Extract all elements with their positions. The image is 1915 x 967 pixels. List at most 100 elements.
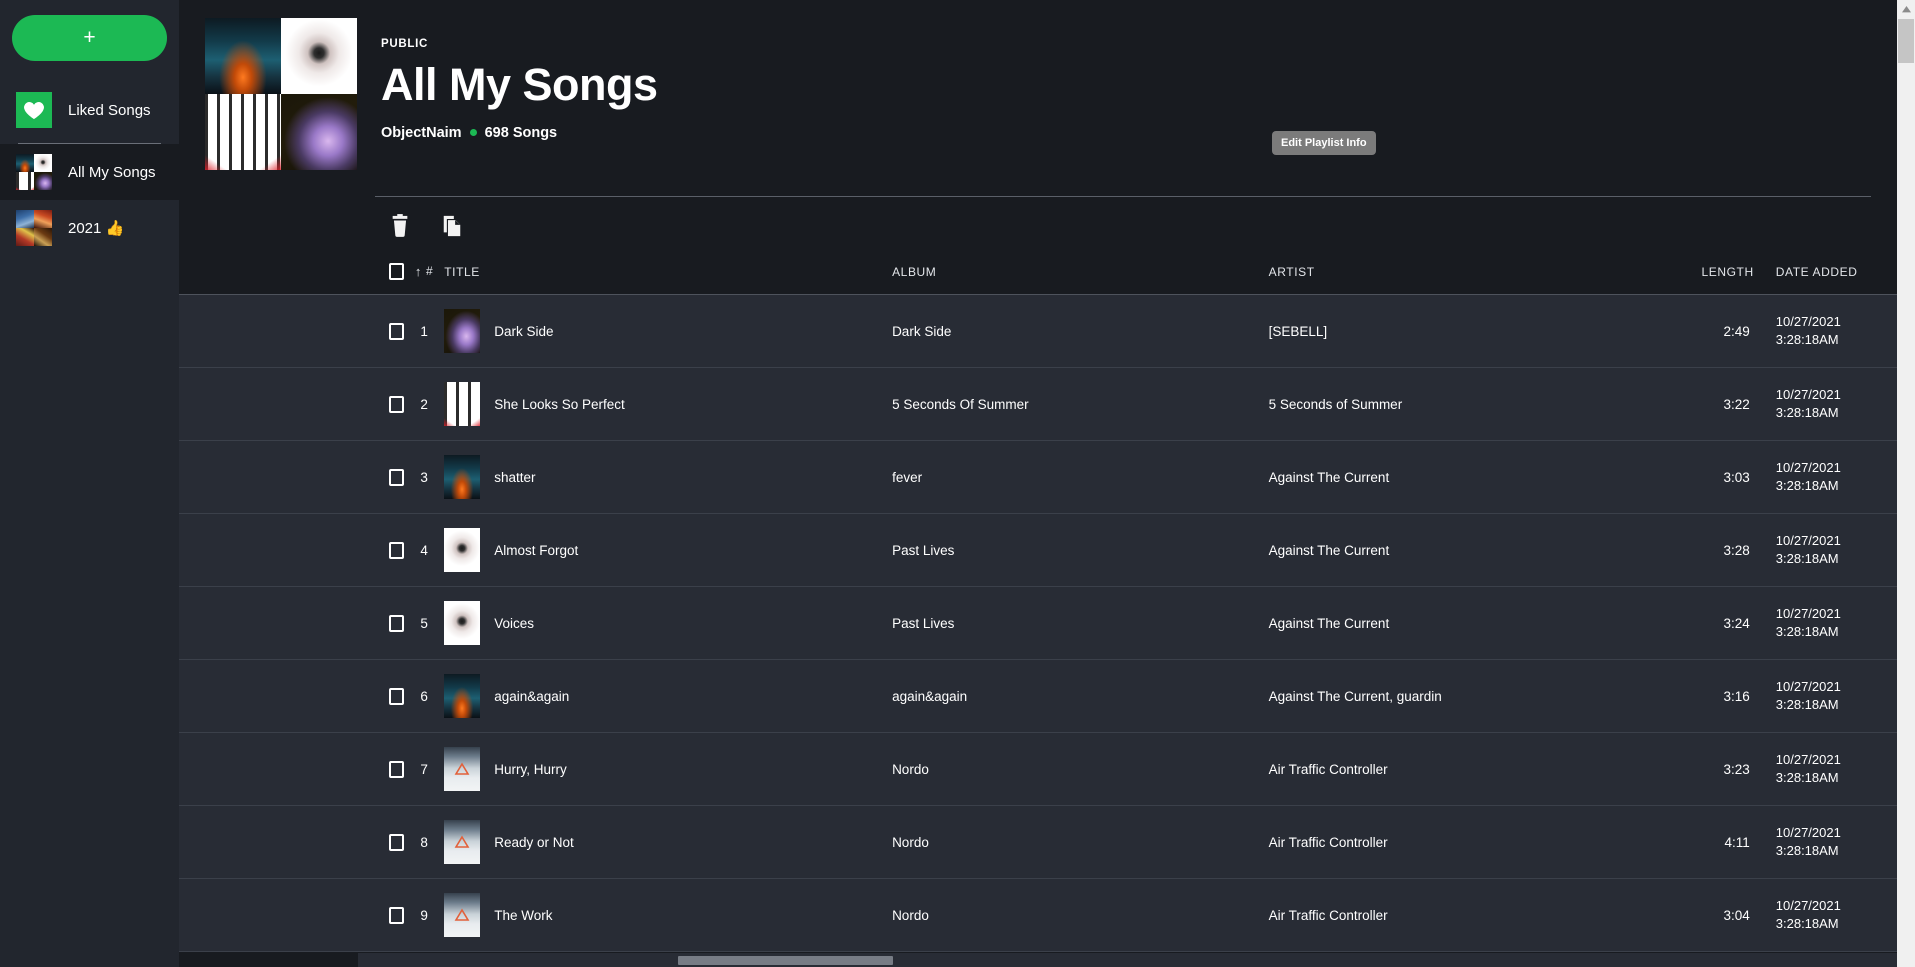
row-length: 3:28 — [1667, 513, 1754, 587]
row-artist: 5 Seconds of Summer — [1268, 367, 1668, 441]
row-album: Nordo — [892, 805, 1269, 879]
row-number: 1 — [404, 294, 445, 368]
row-date: 10/27/2021 — [1775, 898, 1841, 914]
row-number: 4 — [404, 513, 445, 587]
row-checkbox[interactable] — [389, 322, 404, 340]
sidebar-item-2021[interactable]: 2021 👍 — [0, 200, 179, 256]
row-date-added: 10/27/2021 3:28:18AM — [1753, 659, 1897, 733]
add-playlist-button[interactable]: + — [12, 15, 167, 61]
table-row[interactable]: 6 again&again again&again Against The Curre… — [179, 659, 1897, 733]
row-select-cell — [179, 586, 404, 660]
row-album: Dark Side — [892, 294, 1269, 368]
row-checkbox[interactable] — [389, 833, 404, 851]
vertical-scrollbar-thumb[interactable] — [1898, 19, 1914, 63]
row-album: Past Lives — [892, 586, 1269, 660]
row-length: 3:04 — [1667, 878, 1754, 952]
playlist-subtitle: ObjectNaim 698 Songs — [381, 125, 658, 141]
playlist-action-bar — [179, 197, 1897, 253]
album-art — [444, 747, 481, 791]
row-artist: Against The Current — [1268, 513, 1668, 587]
row-length: 3:03 — [1667, 440, 1754, 514]
row-select-cell — [179, 878, 404, 952]
album-art — [444, 382, 481, 426]
table-row[interactable]: 8 Ready or Not Nordo Air Traffic Controller… — [179, 805, 1897, 879]
row-time: 3:28:18AM — [1775, 770, 1839, 785]
row-artist: Air Traffic Controller — [1268, 732, 1668, 806]
row-select-cell — [179, 294, 404, 368]
title-header[interactable]: TITLE — [444, 253, 893, 295]
table-row[interactable]: 2 She Looks So Perfect 5 Seconds Of Summer… — [179, 367, 1897, 441]
horizontal-scrollbar-thumb[interactable] — [678, 956, 893, 965]
album-art — [444, 893, 481, 937]
row-checkbox[interactable] — [389, 468, 404, 486]
row-date-added: 10/27/2021 3:28:18AM — [1753, 440, 1897, 514]
sidebar-item-all-my-songs[interactable]: All My Songs — [0, 144, 179, 200]
artist-header[interactable]: ARTIST — [1268, 253, 1668, 295]
select-all-header — [179, 253, 404, 295]
row-length: 3:24 — [1667, 586, 1754, 660]
playlist-cover-art[interactable] — [205, 18, 357, 170]
row-checkbox[interactable] — [389, 760, 404, 778]
trash-icon[interactable] — [389, 213, 411, 239]
copy-icon[interactable] — [441, 213, 463, 239]
table-row[interactable]: 1 Dark Side Dark Side [SEBELL] 2:49 10/27/202… — [179, 294, 1897, 368]
edit-playlist-info-button[interactable]: Edit Playlist Info — [1272, 131, 1376, 155]
row-album: fever — [892, 440, 1269, 514]
row-length-value: 2:49 — [1723, 323, 1750, 339]
vertical-scrollbar[interactable] — [1897, 0, 1915, 967]
row-checkbox[interactable] — [389, 541, 404, 559]
heart-icon — [16, 92, 52, 128]
row-date-added: 10/27/2021 3:28:18AM — [1753, 586, 1897, 660]
album-art — [444, 528, 481, 572]
row-checkbox[interactable] — [389, 614, 404, 632]
row-title: Dark Side — [494, 323, 554, 339]
row-time: 3:28:18AM — [1775, 332, 1839, 347]
album-header[interactable]: ALBUM — [892, 253, 1269, 295]
table-row[interactable]: 4 Almost Forgot Past Lives Against The Curr… — [179, 513, 1897, 587]
row-checkbox[interactable] — [389, 906, 404, 924]
separator-dot-icon — [469, 129, 477, 137]
row-time: 3:28:18AM — [1775, 916, 1839, 931]
row-number: 7 — [404, 732, 445, 806]
scroll-up-button[interactable] — [1897, 0, 1915, 18]
table-row[interactable]: 7 Hurry, Hurry Nordo Air Traffic Controller… — [179, 732, 1897, 806]
songs-table-body: 1 Dark Side Dark Side [SEBELL] 2:49 10/27/202… — [179, 294, 1897, 952]
row-select-cell — [179, 659, 404, 733]
table-row[interactable]: 5 Voices Past Lives Against The Current 3:24… — [179, 586, 1897, 660]
row-artist: [SEBELL] — [1268, 294, 1668, 368]
row-length: 3:23 — [1667, 732, 1754, 806]
row-time: 3:28:18AM — [1775, 843, 1839, 858]
number-header[interactable]: ↑ # — [404, 253, 445, 295]
row-select-cell — [179, 367, 404, 441]
row-length: 3:16 — [1667, 659, 1754, 733]
row-title: She Looks So Perfect — [494, 396, 625, 412]
row-artist: Against The Current, guardin — [1268, 659, 1668, 733]
row-title: again&again — [494, 688, 570, 704]
table-header-row: ↑ # TITLE ALBUM ARTIST LENGTH DATE ADDED — [179, 253, 1897, 295]
row-checkbox[interactable] — [389, 395, 404, 413]
row-title-cell: She Looks So Perfect — [444, 367, 893, 441]
sort-ascending-icon: ↑ — [414, 263, 423, 279]
row-select-cell — [179, 513, 404, 587]
row-date-added: 10/27/2021 3:28:18AM — [1753, 513, 1897, 587]
row-title-cell: Almost Forgot — [444, 513, 893, 587]
row-select-cell — [179, 805, 404, 879]
row-time: 3:28:18AM — [1775, 697, 1839, 712]
row-checkbox[interactable] — [389, 687, 404, 705]
row-number: 8 — [404, 805, 445, 879]
date-added-header[interactable]: DATE ADDED — [1753, 253, 1897, 295]
row-date: 10/27/2021 — [1775, 752, 1841, 768]
row-length-value: 3:28 — [1723, 542, 1750, 558]
row-artist: Air Traffic Controller — [1268, 878, 1668, 952]
length-header[interactable]: LENGTH — [1667, 253, 1754, 295]
row-date: 10/27/2021 — [1775, 825, 1841, 841]
row-number: 3 — [404, 440, 445, 514]
table-row[interactable]: 3 shatter fever Against The Current 3:03 10/2… — [179, 440, 1897, 514]
row-album: 5 Seconds Of Summer — [892, 367, 1269, 441]
row-title: Ready or Not — [494, 834, 574, 850]
horizontal-scrollbar[interactable] — [358, 953, 1897, 967]
table-row[interactable]: 9 The Work Nordo Air Traffic Controller 3:04… — [179, 878, 1897, 952]
row-time: 3:28:18AM — [1775, 551, 1839, 566]
select-all-checkbox[interactable] — [389, 263, 404, 280]
sidebar-item-liked-songs[interactable]: Liked Songs — [0, 81, 179, 139]
